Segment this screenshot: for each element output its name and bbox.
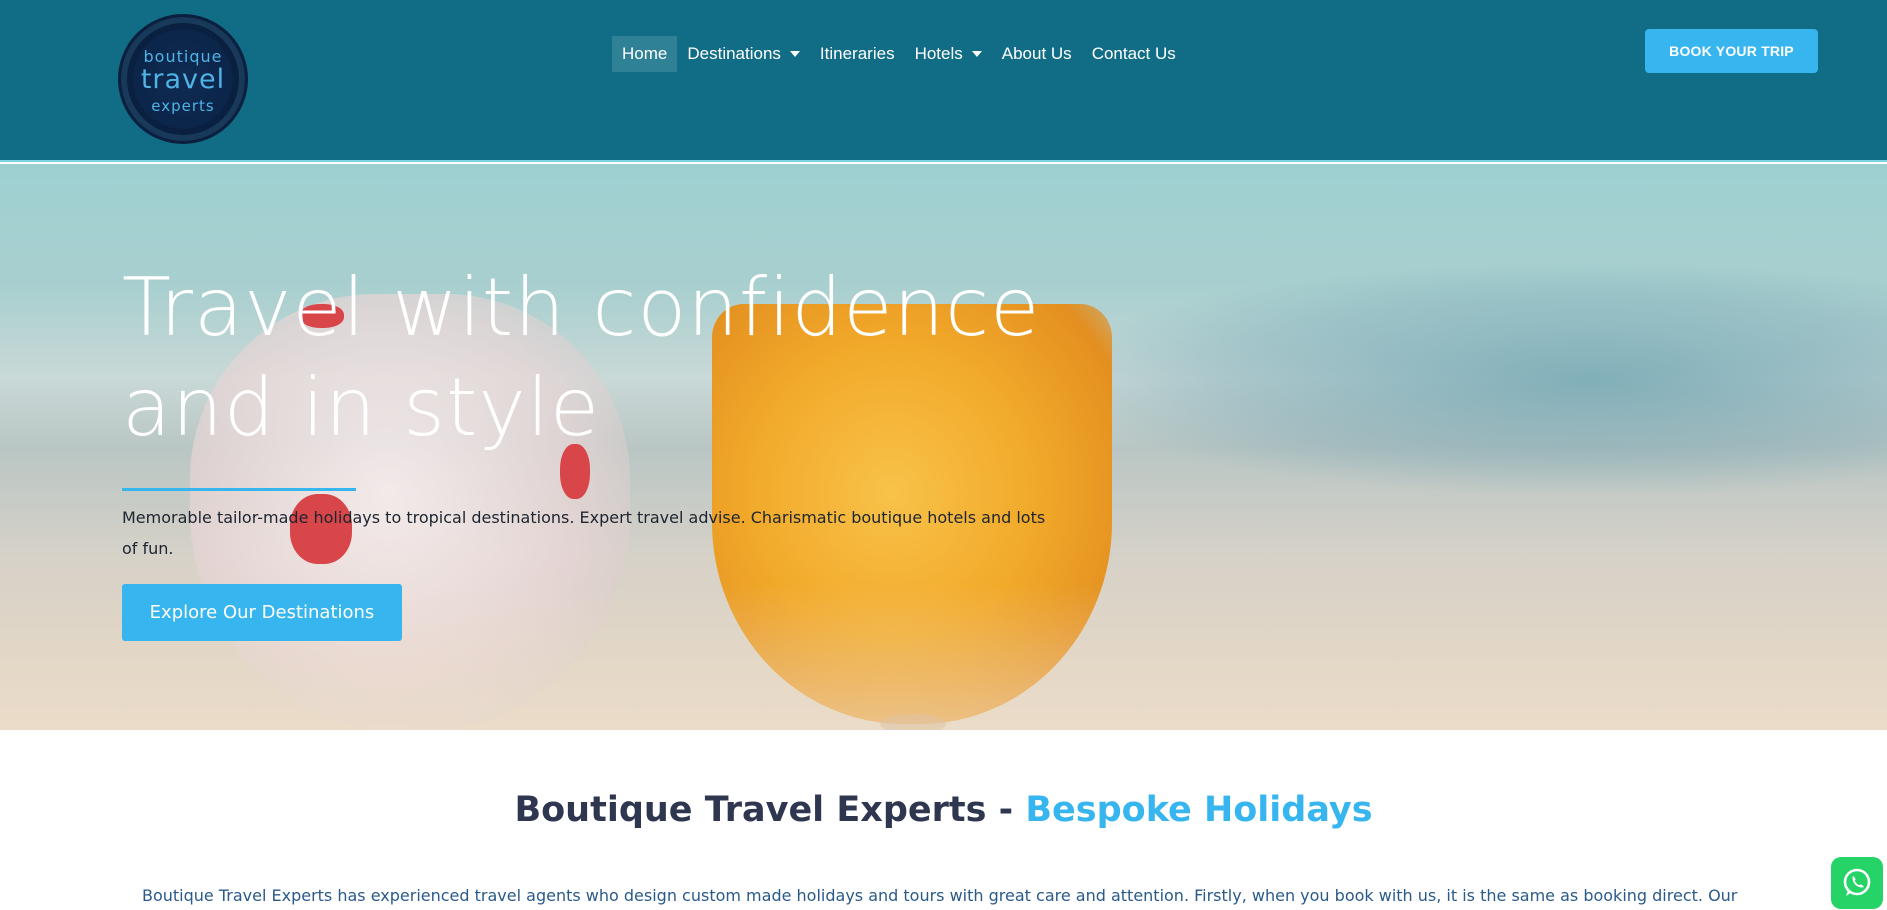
chevron-down-icon	[971, 51, 982, 57]
explore-destinations-button[interactable]: Explore Our Destinations	[122, 584, 402, 641]
section-title-main: Boutique Travel Experts -	[514, 790, 1026, 830]
nav-item-itineraries[interactable]: Itineraries	[810, 36, 905, 72]
hero-divider	[122, 488, 356, 491]
nav-label: About Us	[1001, 44, 1072, 63]
nav-label: Home	[622, 44, 668, 63]
nav-label: Contact Us	[1091, 44, 1176, 63]
whatsapp-chat-button[interactable]	[1831, 857, 1883, 909]
intro-paragraph: Boutique Travel Experts has experienced …	[142, 886, 1738, 905]
hero-subtitle: Memorable tailor-made holidays to tropic…	[122, 508, 1046, 558]
chevron-down-icon	[789, 51, 800, 57]
nav-label: Destinations	[687, 44, 781, 63]
nav-item-home[interactable]: Home	[612, 36, 678, 72]
site-header: boutique travel experts Home Destination…	[0, 0, 1887, 162]
hero-title-line-2: and in style	[122, 361, 601, 454]
nav-item-destinations[interactable]: Destinations	[677, 36, 810, 72]
logo-text-travel: travel	[140, 64, 226, 95]
hero-title-line-1: Travel with confidence	[122, 261, 1041, 354]
site-logo[interactable]: boutique travel experts	[118, 14, 248, 144]
logo-text-experts: experts	[151, 97, 215, 115]
section-title-accent: Bespoke Holidays	[1025, 790, 1373, 830]
section-title: Boutique Travel Experts - Bespoke Holida…	[0, 790, 1887, 830]
hero-banner: Travel with confidence and in style Memo…	[0, 164, 1887, 730]
main-nav: Home Destinations Itineraries Hotels Abo…	[612, 36, 1186, 72]
nav-item-hotels[interactable]: Hotels	[905, 36, 992, 72]
hero-background-sea	[1050, 264, 1887, 494]
whatsapp-icon	[1843, 868, 1871, 896]
nav-label: Itineraries	[819, 44, 895, 63]
book-your-trip-button[interactable]: BOOK YOUR TRIP	[1645, 29, 1818, 73]
nav-label: Hotels	[914, 44, 963, 63]
nav-item-about-us[interactable]: About Us	[992, 36, 1082, 72]
nav-item-contact-us[interactable]: Contact Us	[1082, 36, 1186, 72]
hero-title: Travel with confidence and in style	[122, 258, 1082, 458]
